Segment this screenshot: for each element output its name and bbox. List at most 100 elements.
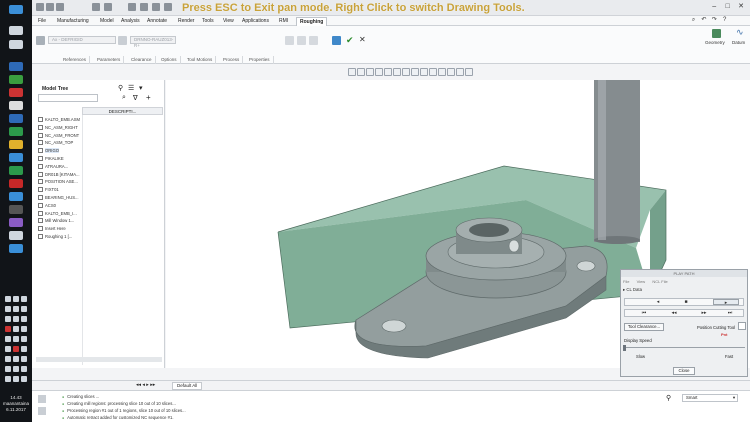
tab-rmi[interactable]: RMI [276, 17, 291, 26]
tab-roughing[interactable]: Roughing [296, 17, 328, 26]
tab-applications[interactable]: Applications [239, 17, 272, 26]
tray-icon-5[interactable] [13, 306, 19, 312]
spin-center-icon[interactable] [438, 68, 446, 76]
section-icon[interactable] [447, 68, 455, 76]
tree-item[interactable]: DR01B [KITAMA... [38, 171, 80, 178]
close-window-icon[interactable] [152, 3, 160, 11]
tree-item[interactable]: ACS0 [38, 202, 56, 209]
refit-icon[interactable] [348, 68, 356, 76]
save-icon[interactable] [56, 3, 64, 11]
zoom-out-icon[interactable] [366, 68, 374, 76]
cancel-button[interactable]: ✕ [359, 35, 366, 44]
machine-icon[interactable] [36, 36, 45, 45]
annotation-display-icon[interactable] [429, 68, 437, 76]
ok-button[interactable]: ✔ [346, 35, 354, 46]
tree-item[interactable]: Mill Window 1... [38, 217, 74, 224]
tray-icon-3[interactable] [21, 296, 27, 302]
tree-item[interactable]: PIKALIKE [38, 155, 64, 162]
pp-menu-file[interactable]: File [623, 279, 629, 284]
visibility-icon[interactable] [465, 68, 473, 76]
display-speed-slider[interactable] [624, 347, 745, 351]
tool-selector[interactable]: Ax - DEFRIGID [48, 36, 116, 44]
tray-icon-16[interactable] [5, 346, 11, 352]
task-view-icon[interactable] [9, 40, 23, 49]
play-forward-icon[interactable]: ▸ [713, 299, 739, 306]
tray-icon-27[interactable] [21, 376, 27, 382]
tab-tools[interactable]: Tools [199, 17, 217, 26]
binoculars-icon[interactable] [164, 3, 172, 11]
app-icon-13[interactable] [9, 218, 23, 227]
tab-view[interactable]: View [220, 17, 237, 26]
tree-item[interactable]: NC_ASM_RIGHT [38, 124, 78, 131]
step-back-icon[interactable]: ◂◂ [669, 310, 679, 316]
tool-settings-icon[interactable] [118, 36, 127, 45]
app-icon-1[interactable] [9, 62, 23, 71]
play-reverse-icon[interactable]: ◂ [653, 299, 663, 305]
undo-icon[interactable] [92, 3, 100, 11]
minimize-icon[interactable]: – [709, 3, 719, 11]
step-forward-icon[interactable]: ▸▸ [699, 310, 709, 316]
speed-slider-thumb[interactable] [623, 345, 626, 351]
tree-show-icon[interactable]: ▾ [139, 84, 143, 92]
tray-icon-15[interactable] [21, 336, 27, 342]
tray-icon-24[interactable] [21, 366, 27, 372]
tree-settings-icon[interactable]: ☰ [128, 84, 134, 92]
message-log-icon[interactable] [38, 395, 46, 403]
subtab-clearance[interactable]: Clearance [128, 56, 156, 64]
default-all-tab[interactable]: Default All [172, 382, 203, 390]
tab-file[interactable]: File [35, 17, 49, 26]
zoom-in-icon[interactable] [357, 68, 365, 76]
datum-label[interactable]: Datum [732, 40, 745, 45]
start-icon[interactable] [9, 5, 23, 14]
preview-icon[interactable] [297, 36, 306, 45]
tray-icon-22[interactable] [5, 366, 11, 372]
tray-icon-9[interactable] [21, 316, 27, 322]
taskbar-clock[interactable]: 14.43 maanantaina 6.11.2017 [0, 395, 32, 413]
fast-forward-icon[interactable]: ⏭ [725, 310, 735, 316]
subtab-process[interactable]: Process [220, 56, 244, 64]
tray-icon-11[interactable] [13, 326, 19, 332]
stop-icon[interactable]: ■ [681, 299, 691, 305]
tray-icon-23[interactable] [13, 366, 19, 372]
geometry-icon[interactable] [712, 29, 721, 38]
search-taskbar-icon[interactable] [9, 26, 23, 35]
tree-add-column-icon[interactable]: + [146, 93, 151, 102]
tree-item[interactable]: ATRAURA... [38, 163, 68, 170]
datum-icon[interactable]: ∿ [736, 27, 744, 38]
tray-icon-10[interactable] [5, 326, 11, 332]
tray-icon-4[interactable] [5, 306, 11, 312]
tray-icon-8[interactable] [13, 316, 19, 322]
redo-icon[interactable] [104, 3, 112, 11]
app-icon-7[interactable] [9, 140, 23, 149]
pause-icon[interactable] [285, 36, 294, 45]
subtab-references[interactable]: References [60, 56, 91, 64]
new-file-icon[interactable] [36, 3, 44, 11]
pp-menu-view[interactable]: View [637, 279, 646, 284]
app-icon-3[interactable] [9, 88, 23, 97]
tray-icon-26[interactable] [13, 376, 19, 382]
app-icon-15[interactable] [9, 244, 23, 253]
perspective-icon[interactable] [411, 68, 419, 76]
tree-search-field[interactable] [38, 94, 98, 102]
app-icon-12[interactable] [9, 205, 23, 214]
app-icon-5[interactable] [9, 114, 23, 123]
position-tool-icon[interactable] [738, 322, 746, 330]
tray-icon-7[interactable] [5, 316, 11, 322]
tab-annotate[interactable]: Annotate [144, 17, 170, 26]
rewind-icon[interactable]: ⏮ [639, 310, 649, 316]
tray-icon-13[interactable] [5, 336, 11, 342]
description-column-header[interactable]: DESCRIPTI... [82, 107, 163, 115]
tree-item[interactable]: KALTO_EMB_I... [38, 210, 77, 217]
tab-analysis[interactable]: Analysis [118, 17, 143, 26]
tab-model[interactable]: Model [97, 17, 117, 26]
tab-manufacturing[interactable]: Manufacturing [54, 17, 92, 26]
tray-icon-21[interactable] [21, 356, 27, 362]
app-icon-2[interactable] [9, 75, 23, 84]
app-icon-6[interactable] [9, 127, 23, 136]
repaint-icon[interactable] [375, 68, 383, 76]
geometry-label[interactable]: Geometry [705, 40, 725, 45]
tool-clearance-button[interactable]: Tool Clearance... [624, 323, 664, 331]
open-icon[interactable] [46, 3, 54, 11]
undo-view-icon[interactable]: ↶ [700, 17, 707, 24]
saved-views-icon[interactable] [393, 68, 401, 76]
